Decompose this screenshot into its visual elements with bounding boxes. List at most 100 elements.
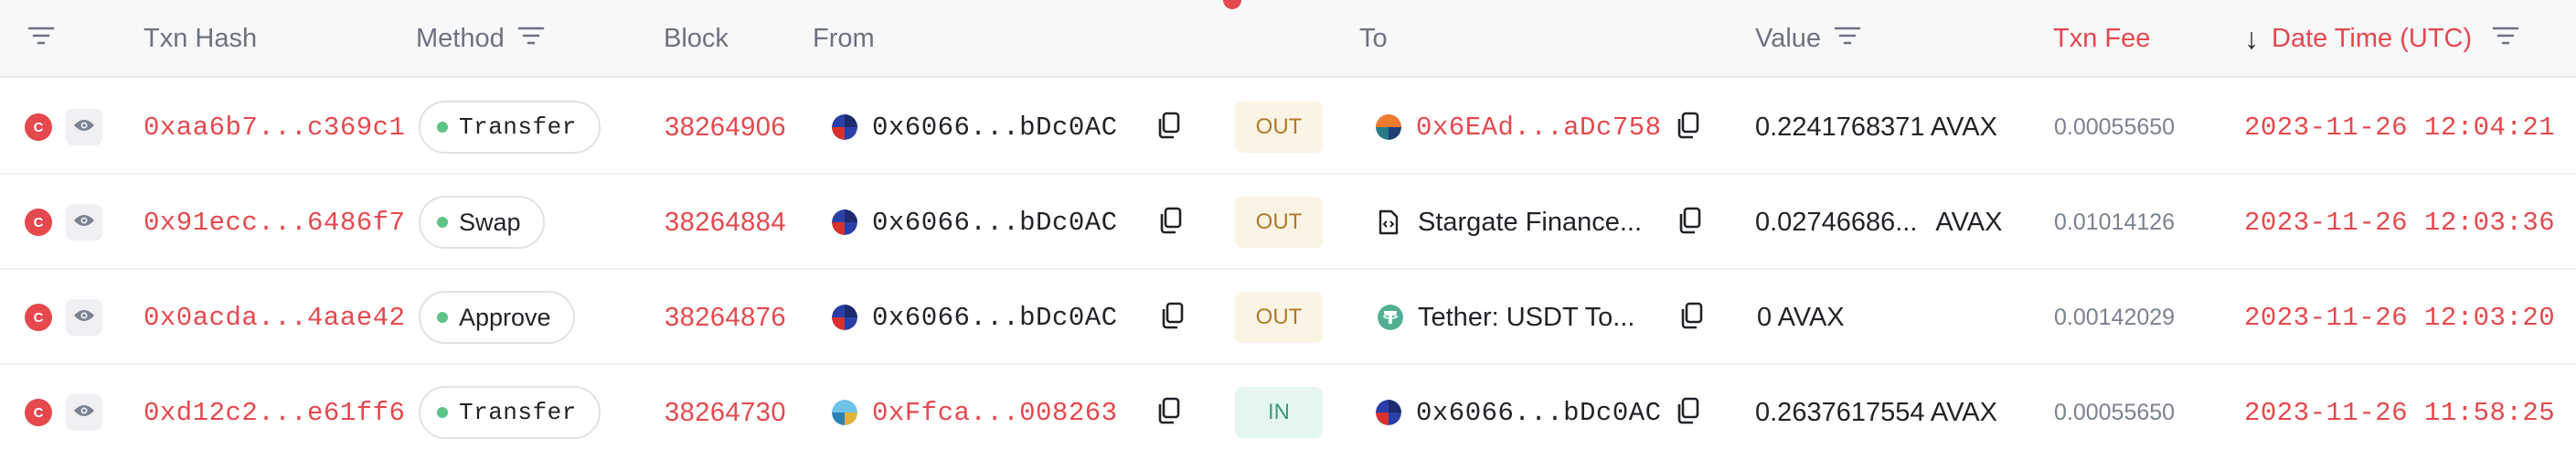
header-date-time[interactable]: ↓ Date Time (UTC) <box>2244 0 2519 78</box>
method-pill: Transfer <box>419 80 601 175</box>
contract-call-icon: C <box>25 399 52 426</box>
to-address-text[interactable]: 0x6EAd...aDc758 <box>1416 112 1662 143</box>
value-amount: 0.2241768371 AVAX <box>1755 112 1997 142</box>
to-address: 0x6EAd...aDc758 <box>1376 80 1662 175</box>
block-number[interactable]: 38264876 <box>665 303 786 333</box>
header-label: Date Time (UTC) <box>2272 24 2473 53</box>
txn-hash[interactable]: 0x0acda...4aae42 <box>144 303 405 333</box>
header-label: From <box>813 24 875 53</box>
header-txn-hash: Txn Hash <box>144 0 257 78</box>
table-row[interactable]: C 0x91ecc...6486f7 Swap 38264884 0x6066.… <box>0 175 2576 270</box>
to-address-text[interactable]: 0x6066...bDc0AC <box>1416 398 1662 428</box>
sort-desc-icon[interactable]: ↓ <box>2244 22 2259 56</box>
view-details-button[interactable] <box>66 270 102 365</box>
to-contract-name[interactable]: Tether: USDT To... <box>1418 303 1634 333</box>
view-details-button[interactable] <box>66 175 102 270</box>
from-address-text[interactable]: 0x6066...bDc0AC <box>872 208 1118 238</box>
eye-icon <box>73 213 95 232</box>
fee-cell: 0.01014126 <box>2054 175 2175 270</box>
from-address: 0x6066...bDc0AC <box>832 80 1118 175</box>
status-dot <box>437 407 448 418</box>
to-address: Stargate Finance... <box>1378 175 1642 270</box>
copy-button[interactable] <box>1157 365 1181 450</box>
address-avatar-icon <box>832 209 857 235</box>
direction-out-badge: OUT <box>1235 292 1323 343</box>
block-link[interactable]: 38264730 <box>665 365 786 450</box>
copy-icon <box>1159 207 1183 239</box>
value-cell: 0 AVAX <box>1757 270 1845 365</box>
copy-icon <box>1677 112 1700 144</box>
header-label: Txn Fee <box>2053 24 2151 53</box>
eye-icon <box>73 403 95 423</box>
copy-button[interactable] <box>1159 175 1183 270</box>
from-address-text[interactable]: 0x6066...bDc0AC <box>872 303 1118 333</box>
header-label: To <box>1359 24 1388 53</box>
header-value[interactable]: Value <box>1755 0 1861 78</box>
filter-icon[interactable] <box>1834 24 1861 54</box>
fee-cell: 0.00055650 <box>2054 365 2175 450</box>
date-time: 2023-11-26 11:58:25 <box>2244 397 2556 428</box>
copy-button[interactable] <box>1157 80 1181 175</box>
block-number[interactable]: 38264730 <box>665 398 786 428</box>
column-filter-button[interactable] <box>27 0 55 78</box>
copy-button[interactable] <box>1680 270 1704 365</box>
copy-icon <box>1161 302 1185 334</box>
datetime-cell: 2023-11-26 11:58:25 <box>2244 365 2555 450</box>
value-cell: 0.2241768371 AVAX <box>1755 80 1997 175</box>
method-pill: Swap <box>419 175 545 270</box>
address-avatar-icon <box>1376 114 1401 140</box>
date-time: 2023-11-26 12:04:21 <box>2244 112 2556 143</box>
block-link[interactable]: 38264906 <box>665 80 786 175</box>
fee-cell: 0.00055650 <box>2054 80 2175 175</box>
block-number[interactable]: 38264906 <box>665 112 786 143</box>
address-avatar-icon <box>832 305 857 330</box>
direction-tag: OUT <box>1235 270 1323 365</box>
txn-hash-link[interactable]: 0xd12c2...e61ff6 <box>144 365 405 450</box>
header-method[interactable]: Method <box>416 0 545 78</box>
from-address-text[interactable]: 0x6066...bDc0AC <box>872 112 1118 143</box>
txn-hash-link[interactable]: 0xaa6b7...c369c1 <box>144 80 405 175</box>
contract-badge: C <box>25 365 52 450</box>
block-number[interactable]: 38264884 <box>665 208 786 238</box>
txn-hash-link[interactable]: 0x91ecc...6486f7 <box>144 175 405 270</box>
copy-button[interactable] <box>1677 365 1700 450</box>
address-avatar-icon <box>832 114 857 140</box>
from-address-text[interactable]: 0xFfca...008263 <box>872 398 1118 428</box>
header-from: From <box>813 0 875 78</box>
copy-button[interactable] <box>1161 270 1185 365</box>
header-txn-fee[interactable]: Txn Fee <box>2053 0 2150 78</box>
date-time: 2023-11-26 12:03:20 <box>2244 302 2556 333</box>
to-contract-name[interactable]: Stargate Finance... <box>1418 208 1642 238</box>
from-address: 0x6066...bDc0AC <box>832 175 1118 270</box>
method-label: Swap <box>459 208 521 236</box>
txn-hash[interactable]: 0x91ecc...6486f7 <box>144 208 405 238</box>
copy-icon <box>1678 207 1702 239</box>
from-address: 0xFfca...008263 <box>832 365 1118 450</box>
copy-button[interactable] <box>1678 175 1702 270</box>
status-indicator-dot <box>1223 0 1241 9</box>
header-label: Value <box>1755 24 1822 53</box>
eye-icon <box>73 118 95 137</box>
block-link[interactable]: 38264876 <box>665 270 786 365</box>
view-details-button[interactable] <box>66 80 102 175</box>
txn-hash[interactable]: 0xd12c2...e61ff6 <box>144 398 405 428</box>
direction-tag: IN <box>1235 365 1323 450</box>
status-dot <box>437 122 448 133</box>
table-row[interactable]: C 0xd12c2...e61ff6 Transfer 38264730 0xF… <box>0 365 2576 450</box>
txn-hash[interactable]: 0xaa6b7...c369c1 <box>144 112 405 143</box>
filter-icon[interactable] <box>2492 24 2519 54</box>
txn-hash-link[interactable]: 0x0acda...4aae42 <box>144 270 405 365</box>
copy-button[interactable] <box>1677 80 1700 175</box>
table-row[interactable]: C 0x0acda...4aae42 Approve 38264876 0x60… <box>0 270 2576 365</box>
to-address: 0x6066...bDc0AC <box>1376 365 1662 450</box>
copy-icon <box>1157 397 1181 429</box>
filter-icon[interactable] <box>517 24 545 54</box>
block-link[interactable]: 38264884 <box>665 175 786 270</box>
method-label: Transfer <box>459 399 577 426</box>
contract-badge: C <box>25 80 52 175</box>
view-details-button[interactable] <box>66 365 102 450</box>
table-row[interactable]: C 0xaa6b7...c369c1 Transfer 38264906 0x6… <box>0 80 2576 175</box>
contract-call-icon: C <box>25 113 52 141</box>
address-avatar-icon <box>1376 400 1401 425</box>
value-amount: 0 AVAX <box>1757 302 1845 332</box>
